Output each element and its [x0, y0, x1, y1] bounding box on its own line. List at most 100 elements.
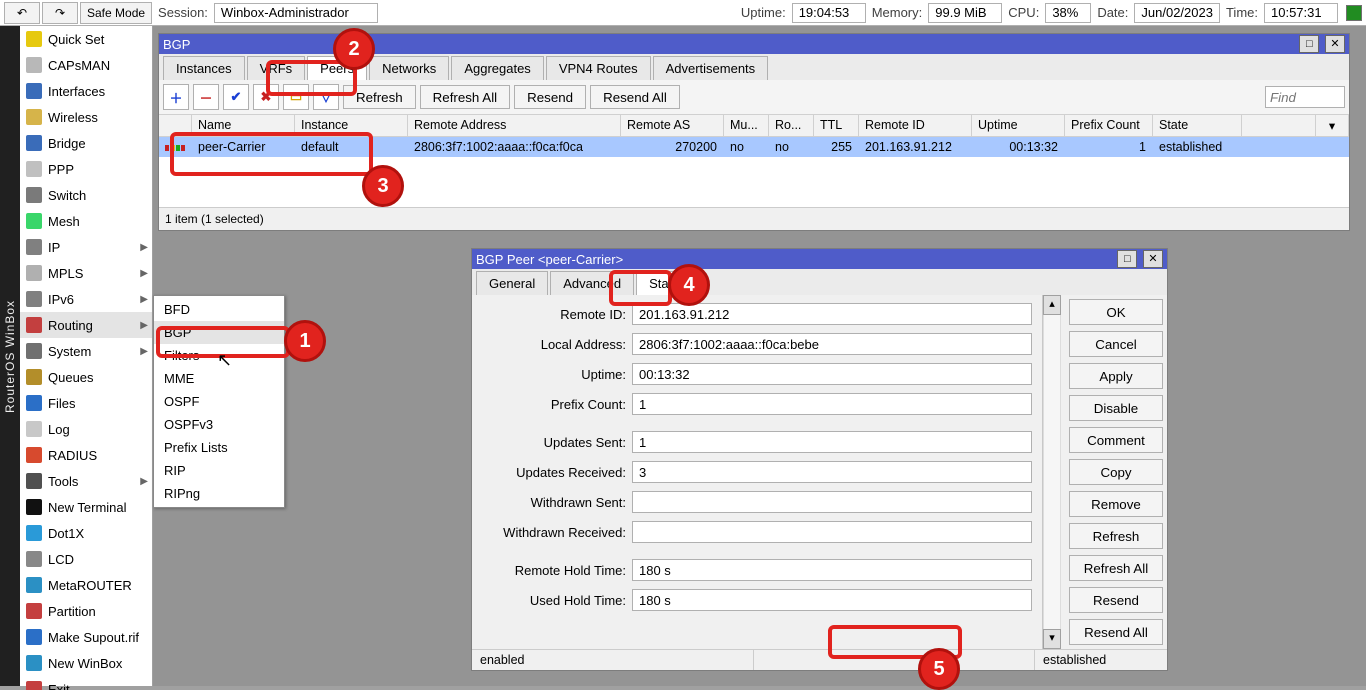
- sidebar-item-mesh[interactable]: Mesh: [20, 208, 152, 234]
- col-ttl[interactable]: TTL: [814, 115, 859, 137]
- tab-advertisements[interactable]: Advertisements: [653, 56, 769, 80]
- peer-titlebar[interactable]: BGP Peer <peer-Carrier> □ ✕: [472, 249, 1167, 269]
- comment-button[interactable]: Comment: [1069, 427, 1163, 453]
- tab-instances[interactable]: Instances: [163, 56, 245, 80]
- sidebar-label: Bridge: [48, 136, 86, 151]
- column-chooser-icon[interactable]: ▾: [1316, 115, 1349, 137]
- sidebar-item-quick-set[interactable]: Quick Set: [20, 26, 152, 52]
- refresh-all-button[interactable]: Refresh All: [1069, 555, 1163, 581]
- col-prefix[interactable]: Prefix Count: [1065, 115, 1153, 137]
- redo-button[interactable]: ↷: [42, 2, 78, 24]
- submenu-item-bgp[interactable]: BGP: [154, 321, 284, 344]
- sidebar-item-routing[interactable]: Routing▶: [20, 312, 152, 338]
- col-state[interactable]: State: [1153, 115, 1242, 137]
- col-name[interactable]: Name: [192, 115, 295, 137]
- sidebar-item-radius[interactable]: RADIUS: [20, 442, 152, 468]
- sidebar-item-files[interactable]: Files: [20, 390, 152, 416]
- filter-button[interactable]: ▽: [313, 84, 339, 110]
- sidebar-item-ppp[interactable]: PPP: [20, 156, 152, 182]
- submenu-item-ospfv3[interactable]: OSPFv3: [154, 413, 284, 436]
- sidebar-item-interfaces[interactable]: Interfaces: [20, 78, 152, 104]
- sidebar-label: IPv6: [48, 292, 74, 307]
- tab-vrfs[interactable]: VRFs: [247, 56, 306, 80]
- table-row[interactable]: peer-Carrierdefault2806:3f7:1002:aaaa::f…: [159, 137, 1349, 157]
- disable-button[interactable]: Disable: [1069, 395, 1163, 421]
- close-icon[interactable]: ✕: [1143, 250, 1163, 268]
- refresh-button[interactable]: Refresh: [1069, 523, 1163, 549]
- submenu-item-prefix-lists[interactable]: Prefix Lists: [154, 436, 284, 459]
- col-remote_id[interactable]: Remote ID: [859, 115, 972, 137]
- tab-status[interactable]: Status: [636, 271, 699, 295]
- peer-scrollbar[interactable]: ▴ ▾: [1042, 295, 1061, 649]
- safe-mode-button[interactable]: Safe Mode: [80, 2, 152, 24]
- sidebar-item-log[interactable]: Log: [20, 416, 152, 442]
- resend-all-button[interactable]: Resend All: [590, 85, 680, 109]
- scroll-down-icon[interactable]: ▾: [1043, 629, 1061, 649]
- sidebar-item-queues[interactable]: Queues: [20, 364, 152, 390]
- col-remote_addr[interactable]: Remote Address: [408, 115, 621, 137]
- tab-general[interactable]: General: [476, 271, 548, 295]
- apply-button[interactable]: Apply: [1069, 363, 1163, 389]
- submenu-item-bfd[interactable]: BFD: [154, 298, 284, 321]
- add-button[interactable]: ＋: [163, 84, 189, 110]
- sidebar-item-capsman[interactable]: CAPsMAN: [20, 52, 152, 78]
- tab-aggregates[interactable]: Aggregates: [451, 56, 544, 80]
- col-instance[interactable]: Instance: [295, 115, 408, 137]
- field-value: 1: [632, 431, 1032, 453]
- time-value: 10:57:31: [1264, 3, 1338, 23]
- comment-button[interactable]: ▭: [283, 84, 309, 110]
- restore-icon[interactable]: □: [1299, 35, 1319, 53]
- sidebar-item-new-winbox[interactable]: New WinBox: [20, 650, 152, 676]
- copy-button[interactable]: Copy: [1069, 459, 1163, 485]
- refresh-button[interactable]: Refresh: [343, 85, 416, 109]
- ok-button[interactable]: OK: [1069, 299, 1163, 325]
- remove-button[interactable]: －: [193, 84, 219, 110]
- sidebar-item-new-terminal[interactable]: New Terminal: [20, 494, 152, 520]
- sidebar-item-switch[interactable]: Switch: [20, 182, 152, 208]
- scroll-track[interactable]: [1043, 315, 1061, 629]
- sidebar-item-partition[interactable]: Partition: [20, 598, 152, 624]
- menu-icon: [26, 421, 42, 437]
- tab-advanced[interactable]: Advanced: [550, 271, 634, 295]
- undo-button[interactable]: ↶: [4, 2, 40, 24]
- enable-button[interactable]: ✔: [223, 84, 249, 110]
- sidebar-item-bridge[interactable]: Bridge: [20, 130, 152, 156]
- close-icon[interactable]: ✕: [1325, 35, 1345, 53]
- sidebar-item-exit[interactable]: Exit: [20, 676, 152, 690]
- sidebar-item-wireless[interactable]: Wireless: [20, 104, 152, 130]
- sidebar-item-dot1x[interactable]: Dot1X: [20, 520, 152, 546]
- restore-icon[interactable]: □: [1117, 250, 1137, 268]
- bgp-titlebar[interactable]: BGP □ ✕: [159, 34, 1349, 54]
- submenu-item-ripng[interactable]: RIPng: [154, 482, 284, 505]
- submenu-item-filters[interactable]: Filters: [154, 344, 284, 367]
- tab-vpn4-routes[interactable]: VPN4 Routes: [546, 56, 651, 80]
- submenu-item-mme[interactable]: MME: [154, 367, 284, 390]
- col-remote_as[interactable]: Remote AS: [621, 115, 724, 137]
- resend-button[interactable]: Resend: [1069, 587, 1163, 613]
- sidebar-item-ipv6[interactable]: IPv6▶: [20, 286, 152, 312]
- scroll-up-icon[interactable]: ▴: [1043, 295, 1061, 315]
- remove-button[interactable]: Remove: [1069, 491, 1163, 517]
- resend-button[interactable]: Resend: [514, 85, 586, 109]
- disable-button[interactable]: ✖: [253, 84, 279, 110]
- sidebar-item-make-supout-rif[interactable]: Make Supout.rif: [20, 624, 152, 650]
- col-mu[interactable]: Mu...: [724, 115, 769, 137]
- sidebar-item-ip[interactable]: IP▶: [20, 234, 152, 260]
- field-value: 3: [632, 461, 1032, 483]
- resend-all-button[interactable]: Resend All: [1069, 619, 1163, 645]
- col-uptime[interactable]: Uptime: [972, 115, 1065, 137]
- submenu-item-ospf[interactable]: OSPF: [154, 390, 284, 413]
- col-ro[interactable]: Ro...: [769, 115, 814, 137]
- sidebar-item-tools[interactable]: Tools▶: [20, 468, 152, 494]
- tab-networks[interactable]: Networks: [369, 56, 449, 80]
- submenu-item-rip[interactable]: RIP: [154, 459, 284, 482]
- cancel-button[interactable]: Cancel: [1069, 331, 1163, 357]
- field-row: Prefix Count:1: [476, 389, 1038, 419]
- sidebar-item-system[interactable]: System▶: [20, 338, 152, 364]
- sidebar-item-lcd[interactable]: LCD: [20, 546, 152, 572]
- sidebar-item-mpls[interactable]: MPLS▶: [20, 260, 152, 286]
- tab-peers[interactable]: Peers: [307, 56, 367, 80]
- refresh-all-button[interactable]: Refresh All: [420, 85, 510, 109]
- sidebar-item-metarouter[interactable]: MetaROUTER: [20, 572, 152, 598]
- find-input[interactable]: [1265, 86, 1345, 108]
